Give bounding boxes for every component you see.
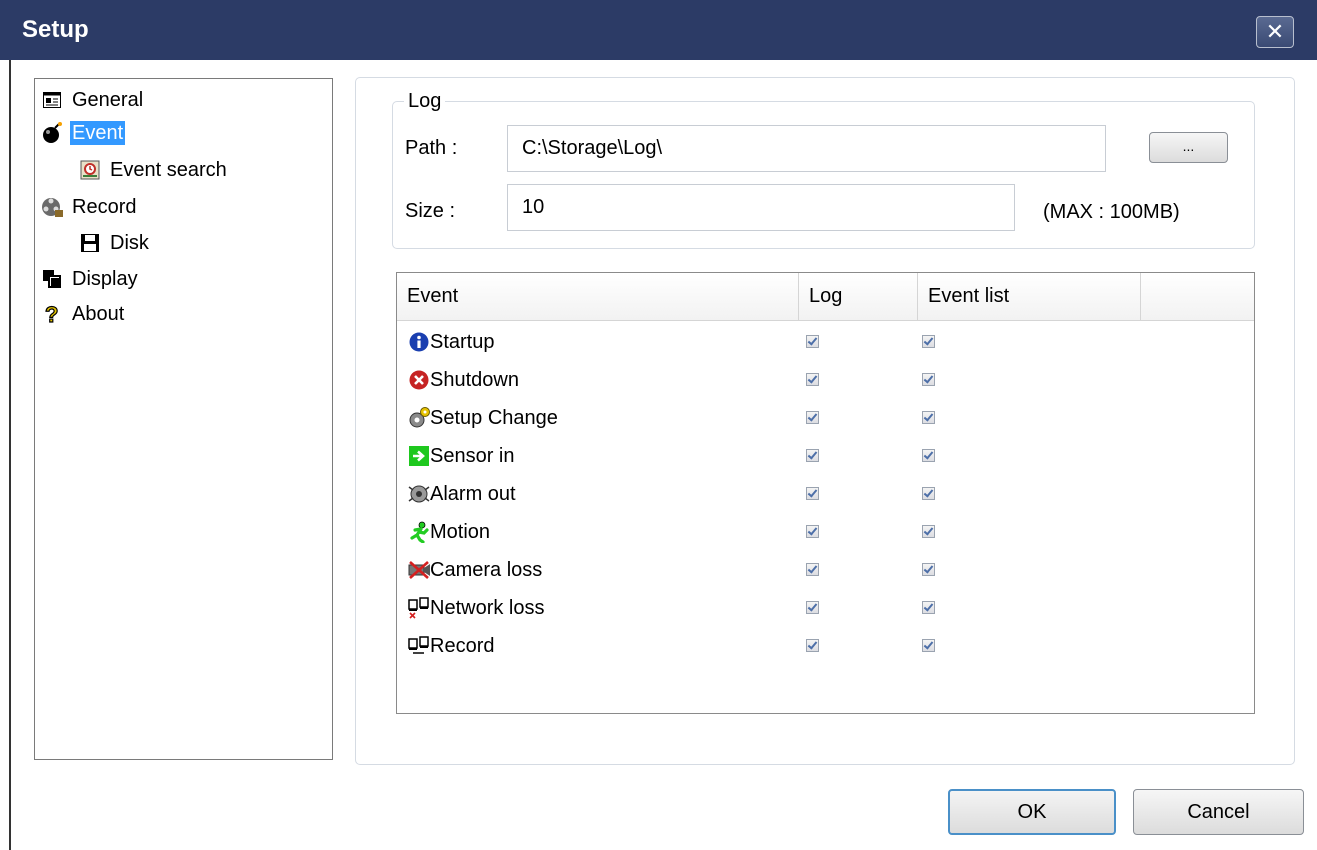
event-list-checkbox[interactable] <box>922 525 935 538</box>
table-row[interactable]: Network loss <box>397 589 1254 627</box>
film-reel-icon <box>41 196 63 218</box>
size-input[interactable]: 10 <box>507 184 1015 231</box>
shutdown-icon <box>408 369 430 391</box>
table-row[interactable]: Setup Change <box>397 399 1254 437</box>
event-list-checkbox[interactable] <box>922 335 935 348</box>
path-value: C:\Storage\Log\ <box>522 137 663 159</box>
floppy-disk-icon <box>79 232 101 254</box>
browse-button[interactable]: ... <box>1149 132 1228 163</box>
log-checkbox[interactable] <box>806 639 819 652</box>
size-max-note: (MAX : 100MB) <box>1043 201 1180 223</box>
running-man-icon <box>408 521 430 543</box>
size-label: Size : <box>405 200 456 222</box>
log-checkbox[interactable] <box>806 601 819 614</box>
event-list-checkbox[interactable] <box>922 563 935 576</box>
tree-item-event-search[interactable]: Event search <box>79 157 229 183</box>
event-list-checkbox[interactable] <box>922 601 935 614</box>
cancel-button[interactable]: Cancel <box>1133 789 1304 835</box>
info-icon <box>408 331 430 353</box>
size-value: 10 <box>522 196 545 218</box>
gears-icon <box>408 407 430 429</box>
path-label: Path : <box>405 137 458 159</box>
tree-item-label: Record <box>72 196 137 218</box>
camera-loss-icon <box>408 559 430 581</box>
table-row[interactable]: Record <box>397 627 1254 665</box>
log-legend: Log <box>404 88 446 114</box>
event-list-checkbox[interactable] <box>922 411 935 424</box>
bomb-icon <box>41 122 63 144</box>
event-name: Setup Change <box>430 407 558 429</box>
event-list-checkbox[interactable] <box>922 487 935 500</box>
close-icon: ✕ <box>1265 19 1285 44</box>
log-checkbox[interactable] <box>806 525 819 538</box>
ok-button[interactable]: OK <box>948 789 1116 835</box>
log-checkbox[interactable] <box>806 449 819 462</box>
tree-item-label: Event search <box>110 159 227 181</box>
sensor-arrow-icon <box>408 445 430 467</box>
general-icon <box>41 89 63 111</box>
window-title: Setup <box>22 16 89 43</box>
window-border <box>9 60 11 850</box>
column-header-event[interactable]: Event <box>397 273 799 320</box>
log-checkbox[interactable] <box>806 373 819 386</box>
event-name: Alarm out <box>430 483 516 505</box>
event-name: Network loss <box>430 597 545 619</box>
log-checkbox[interactable] <box>806 563 819 576</box>
table-row[interactable]: Startup <box>397 323 1254 361</box>
event-search-icon <box>79 159 101 181</box>
close-button[interactable]: ✕ <box>1256 16 1294 48</box>
tree-item-event[interactable]: Event <box>41 120 126 146</box>
tree-item-about[interactable]: ? About <box>41 301 126 327</box>
event-list-checkbox[interactable] <box>922 639 935 652</box>
tree-item-label: General <box>72 89 144 111</box>
setup-tree: General Event Event search Record Disk D… <box>34 78 333 760</box>
event-name: Sensor in <box>430 445 515 467</box>
event-name: Record <box>430 635 495 657</box>
table-header: Event Log Event list <box>397 273 1254 321</box>
tree-item-label: Display <box>72 268 138 290</box>
tree-item-general[interactable]: General <box>41 87 145 113</box>
log-checkbox[interactable] <box>806 487 819 500</box>
column-header-log[interactable]: Log <box>799 273 918 320</box>
log-checkbox[interactable] <box>806 335 819 348</box>
column-header-event-list[interactable]: Event list <box>918 273 1141 320</box>
table-row[interactable]: Motion <box>397 513 1254 551</box>
tree-item-label: Event <box>70 121 126 145</box>
table-row[interactable]: Shutdown <box>397 361 1254 399</box>
question-icon: ? <box>41 303 63 325</box>
event-table: Event Log Event list Startup Shutdown Se… <box>396 272 1255 714</box>
event-name: Camera loss <box>430 559 543 581</box>
svg-text:?: ? <box>45 303 58 325</box>
tree-item-disk[interactable]: Disk <box>79 230 151 256</box>
event-list-checkbox[interactable] <box>922 373 935 386</box>
event-list-checkbox[interactable] <box>922 449 935 462</box>
event-name: Motion <box>430 521 491 543</box>
path-input[interactable]: C:\Storage\Log\ <box>507 125 1106 172</box>
tree-item-label: About <box>72 303 125 325</box>
tree-item-display[interactable]: Display <box>41 266 140 292</box>
display-icon <box>41 268 63 290</box>
event-name: Shutdown <box>430 369 519 391</box>
tree-item-record[interactable]: Record <box>41 194 138 220</box>
network-loss-icon <box>408 597 430 619</box>
table-row[interactable]: Sensor in <box>397 437 1254 475</box>
table-row[interactable]: Camera loss <box>397 551 1254 589</box>
log-checkbox[interactable] <box>806 411 819 424</box>
table-row[interactable]: Alarm out <box>397 475 1254 513</box>
alarm-icon <box>408 483 430 505</box>
title-bar: Setup ✕ <box>0 0 1317 60</box>
event-name: Startup <box>430 331 495 353</box>
record-icon <box>408 635 430 657</box>
tree-item-label: Disk <box>110 232 149 254</box>
